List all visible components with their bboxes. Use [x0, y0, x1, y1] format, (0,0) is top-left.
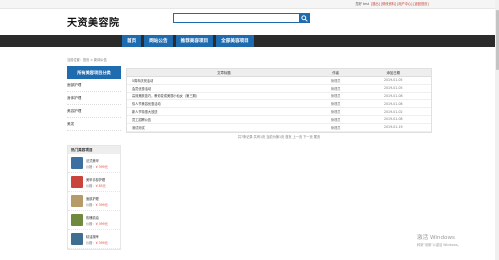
watermark-title: 激活 Windows — [417, 235, 455, 241]
search-icon — [301, 14, 308, 22]
table-row[interactable]: 高效美肤技巧，教你变成美丽小仙女（第三期） 管理员 2019-01-08 — [127, 93, 431, 101]
hot-item[interactable]: 面部护理 价格：¥ 399元 — [68, 192, 120, 211]
article-author: 管理员 — [330, 102, 341, 107]
watermark-subtitle: 转到"设置"以激活 Windows。 — [417, 243, 461, 247]
hot-item[interactable]: 玫瑰精油 价格：¥ 399元 — [68, 211, 120, 230]
product-thumbnail[interactable] — [71, 195, 83, 207]
product-name[interactable]: 精油按摩 — [86, 234, 99, 239]
product-thumbnail[interactable] — [71, 214, 83, 226]
user-links[interactable]: [退出] [修改资料] [用户中心] [返回首页] — [371, 1, 429, 6]
search-button[interactable] — [299, 13, 310, 23]
product-price: 价格：¥ 85元 — [86, 183, 106, 188]
product-thumbnail[interactable] — [71, 157, 83, 169]
sidebar-item-face-care[interactable]: 面部护理 — [67, 79, 121, 92]
article-date: 2019-01-05 — [383, 78, 403, 83]
article-title-link[interactable]: 高效美肤技巧，教你变成美丽小仙女（第三期） — [127, 93, 316, 100]
hot-item[interactable]: 精油按摩 价格：¥ 399元 — [68, 230, 120, 249]
article-date: 2019-01-05 — [383, 86, 403, 91]
table-header: 文章标题 作者 添加日期 — [127, 69, 431, 77]
product-price: 价格：¥ 399元 — [86, 221, 108, 226]
product-thumbnail[interactable] — [71, 233, 83, 245]
article-title-link[interactable]: 情人节美容优惠活动 — [127, 100, 316, 107]
article-title-link[interactable]: 会员优惠活动 — [127, 85, 316, 92]
hot-items-panel: 热门美容项目 法式美甲 价格：¥ 399元 美甲手部护理 价格：¥ 85元 面部… — [67, 145, 121, 250]
article-table: 文章标题 作者 添加日期 5周年庆祝活动 管理员 2019-01-05 会员优惠… — [126, 68, 432, 133]
price-label: 价格： — [86, 203, 96, 207]
price-value: ¥ 399元 — [95, 165, 108, 169]
sidebar-item-beauty-care[interactable]: 美容护理 — [67, 105, 121, 118]
nav-item-recommended[interactable]: 推荐美容项目 — [175, 35, 214, 47]
hot-items-title: 热门美容项目 — [68, 146, 120, 154]
nav-item-all-items[interactable]: 全部美容项目 — [216, 35, 254, 47]
site-logo[interactable]: 天资美容院 — [67, 14, 120, 29]
welcome-text: 您好 test — [355, 2, 369, 6]
sidebar-item-hair[interactable]: 美发 — [67, 118, 121, 131]
article-author: 管理员 — [330, 94, 341, 99]
product-thumbnail[interactable] — [71, 176, 83, 188]
article-date: 2019-01-08 — [383, 101, 403, 106]
article-author: 管理员 — [330, 125, 341, 130]
price-value: ¥ 399元 — [95, 203, 108, 207]
hot-item[interactable]: 美甲手部护理 价格：¥ 85元 — [68, 173, 120, 192]
article-author: 管理员 — [330, 117, 341, 122]
article-date: 2019-01-08 — [383, 93, 403, 98]
top-bar: 您好 test [退出] [修改资料] [用户中心] [返回首页] — [0, 0, 499, 9]
price-label: 价格： — [86, 241, 96, 245]
product-price: 价格：¥ 399元 — [86, 202, 108, 207]
article-title-link[interactable]: 测试测试 — [127, 124, 316, 131]
product-price: 价格：¥ 399元 — [86, 240, 108, 245]
article-date: 2019-01-02 — [383, 109, 403, 114]
column-header-author: 作者 — [332, 71, 340, 75]
category-sidebar: 所有美容项目分类 面部护理 身体护理 美容护理 美发 — [67, 66, 121, 131]
column-header-title: 文章标题 — [217, 71, 231, 75]
table-row[interactable]: 测试测试 管理员 2019-01-19 — [127, 124, 431, 132]
price-value: ¥ 85元 — [95, 184, 106, 188]
article-date: 2019-01-19 — [383, 125, 403, 130]
search-input[interactable] — [173, 13, 300, 23]
table-row[interactable]: 5周年庆祝活动 管理员 2019-01-05 — [127, 77, 431, 85]
product-name[interactable]: 玫瑰精油 — [86, 215, 99, 220]
vertical-scrollbar[interactable] — [495, 0, 499, 260]
article-author: 管理员 — [330, 86, 341, 91]
main-nav: 首页 网站公告 推荐美容项目 全部美容项目 — [0, 35, 499, 47]
nav-item-home[interactable]: 首页 — [122, 35, 142, 47]
product-name[interactable]: 美甲手部护理 — [86, 177, 105, 182]
product-name[interactable]: 法式美甲 — [86, 158, 99, 163]
table-row[interactable]: 会员优惠活动 管理员 2019-01-05 — [127, 85, 431, 93]
price-label: 价格： — [86, 184, 96, 188]
table-row[interactable]: 新人节特惠大放送 管理员 2019-01-02 — [127, 108, 431, 116]
article-author: 管理员 — [330, 110, 341, 115]
nav-item-announcements[interactable]: 网站公告 — [144, 35, 173, 47]
article-date: 2019-01-08 — [383, 117, 403, 122]
price-value: ¥ 399元 — [95, 222, 108, 226]
column-header-date: 添加日期 — [386, 71, 401, 75]
product-price: 价格：¥ 399元 — [86, 164, 108, 169]
price-value: ¥ 399元 — [95, 241, 108, 245]
windows-activation-watermark: 激活 Windows 转到"设置"以激活 Windows。 — [417, 233, 461, 247]
article-title-link[interactable]: 新人节特惠大放送 — [127, 108, 316, 115]
sidebar-title: 所有美容项目分类 — [67, 66, 121, 79]
table-row[interactable]: 员工招聘公告 管理员 2019-01-08 — [127, 116, 431, 124]
table-row[interactable]: 情人节美容优惠活动 管理员 2019-01-08 — [127, 100, 431, 109]
product-name[interactable]: 面部护理 — [86, 196, 99, 201]
price-label: 价格： — [86, 165, 96, 169]
article-author: 管理员 — [330, 78, 341, 83]
sidebar-item-body-care[interactable]: 身体护理 — [67, 92, 121, 105]
hot-item[interactable]: 法式美甲 价格：¥ 399元 — [68, 154, 120, 173]
price-label: 价格： — [86, 222, 96, 226]
pagination[interactable]: 共7条记录 共有1页 当前为第1页 首页 上一页 下一页 尾页 — [126, 134, 432, 139]
breadcrumb: 当前位置：首页 > 新闻公告 — [67, 58, 107, 62]
article-title-link[interactable]: 5周年庆祝活动 — [127, 77, 316, 84]
search-bar — [173, 13, 310, 23]
scrollbar-thumb[interactable] — [495, 10, 499, 70]
article-title-link[interactable]: 员工招聘公告 — [127, 116, 316, 123]
